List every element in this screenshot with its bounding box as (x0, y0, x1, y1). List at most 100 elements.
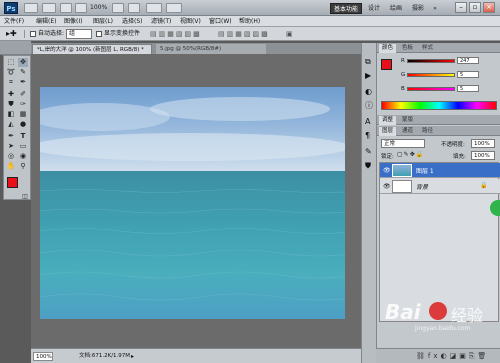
workspace-essentials[interactable]: 基本功能 (330, 3, 362, 14)
opacity-field[interactable]: 100% (471, 139, 495, 148)
eraser-tool-icon[interactable]: ◧ (6, 110, 16, 119)
r-value-field[interactable]: 247 (457, 57, 479, 64)
g-slider[interactable] (407, 73, 455, 77)
menu-layer[interactable]: 图层(L) (93, 16, 113, 27)
layer-visibility-eye-icon[interactable]: 👁 (383, 167, 391, 174)
mini-bridge-icon[interactable] (42, 3, 56, 13)
blend-mode-select[interactable]: 正常 (381, 139, 425, 148)
status-zoom-field[interactable]: 100% (33, 352, 53, 361)
dodge-tool-icon[interactable]: ● (18, 120, 28, 129)
side-share-tab[interactable] (490, 200, 500, 216)
document-canvas-image[interactable] (40, 87, 345, 319)
zoom-tool-icon[interactable]: ⚲ (18, 162, 28, 171)
quick-select-tool-icon[interactable]: ✎ (18, 68, 28, 77)
history-brush-icon[interactable]: ✑ (18, 100, 28, 109)
auto-align-icon[interactable]: ▣ (286, 29, 293, 39)
restore-button[interactable]: ▫ (469, 2, 481, 13)
auto-select-dropdown[interactable]: 组 (66, 29, 92, 39)
actions-panel-icon[interactable]: ▶ (365, 71, 371, 81)
layer-row-1[interactable]: 👁 图层 1 (380, 163, 500, 178)
layer-actions-icons[interactable]: ⛓fx◐◪▣⎘🗑 (416, 352, 489, 361)
hand-tool-icon[interactable] (112, 3, 124, 13)
hand-tool-icon[interactable]: ✋ (6, 162, 16, 171)
distribute-buttons-icon[interactable]: ▤▥▦▧▨▩ (218, 29, 270, 39)
brush-tool-icon[interactable]: ✐ (18, 90, 28, 99)
menu-edit[interactable]: 编辑(E) (36, 16, 56, 27)
show-transform-label: 显示变换控件 (104, 30, 141, 37)
menu-view[interactable]: 视图(V) (180, 16, 201, 27)
paragraph-panel-icon[interactable]: ¶ (365, 131, 370, 141)
bridge-icon[interactable] (24, 3, 38, 13)
close-button[interactable]: × (483, 2, 495, 13)
color-spectrum-ramp[interactable] (381, 101, 497, 110)
screen-mode-icon[interactable] (166, 3, 182, 13)
character-panel-icon[interactable]: A (365, 117, 370, 127)
menu-window[interactable]: 窗口(W) (209, 16, 232, 27)
show-transform-checkbox[interactable] (96, 31, 102, 37)
move-tool-icon[interactable]: ✥ (18, 58, 28, 67)
color-panel-foreground-swatch[interactable] (381, 59, 392, 70)
type-tool-icon[interactable]: T (18, 132, 28, 141)
menu-filter[interactable]: 滤镜(T) (151, 16, 171, 27)
clone-stamp-icon[interactable]: ⛊ (6, 100, 16, 109)
eyedropper-tool-icon[interactable]: ✒ (18, 78, 28, 87)
layer-visibility-eye-icon[interactable]: 👁 (383, 183, 391, 190)
3d-rotate-icon[interactable]: ◎ (6, 152, 16, 161)
pen-tool-icon[interactable]: ✒ (6, 132, 16, 141)
opacity-label: 不透明度: (441, 142, 465, 148)
layer-row-background[interactable]: 👁 背景 🔒 (380, 179, 500, 194)
clone-source-icon[interactable]: ⛊ (365, 161, 371, 171)
lock-icons[interactable]: ▢✎✥🔒 (397, 151, 424, 158)
crop-tool-icon[interactable]: ⌗ (6, 78, 16, 87)
b-slider[interactable] (407, 87, 455, 91)
marquee-tool-icon[interactable]: ⬚ (6, 58, 16, 67)
info-panel-icon[interactable]: ⓘ (365, 101, 373, 111)
tab-masks[interactable]: 蒙版 (399, 116, 416, 125)
path-select-icon[interactable]: ➤ (6, 142, 16, 151)
fill-field[interactable]: 100% (471, 151, 495, 160)
lasso-tool-icon[interactable]: ➰ (6, 68, 16, 77)
auto-select-checkbox[interactable] (30, 31, 36, 37)
tab-layers[interactable]: 图层 (379, 127, 397, 136)
workspace-photography[interactable]: 摄影 (409, 3, 427, 14)
foreground-color-swatch[interactable] (7, 177, 18, 188)
status-menu-arrow-icon[interactable]: ▸ (131, 353, 134, 361)
brush-panel-icon[interactable]: ✎ (365, 147, 372, 157)
minimize-button[interactable]: – (455, 2, 467, 13)
history-panel-icon[interactable]: ⧉ (365, 57, 371, 67)
layer-name[interactable]: 图层 1 (416, 166, 434, 175)
healing-brush-icon[interactable]: ✚ (6, 90, 16, 99)
tab-swatches[interactable]: 色板 (399, 44, 416, 53)
workspace-painting[interactable]: 绘画 (387, 3, 405, 14)
b-value-field[interactable]: 5 (457, 85, 479, 92)
blur-tool-icon[interactable]: ◭ (6, 120, 16, 129)
r-slider[interactable] (407, 59, 455, 63)
arrange-documents-icon[interactable] (146, 3, 162, 13)
rotate-view-icon[interactable] (128, 3, 140, 13)
zoom-tool-icon[interactable] (75, 3, 87, 13)
menu-select[interactable]: 选择(S) (122, 16, 143, 27)
menu-image[interactable]: 图像(I) (64, 16, 82, 27)
tab-paths[interactable]: 路径 (419, 127, 436, 136)
menu-file[interactable]: 文件(F) (4, 16, 24, 27)
extras-icon[interactable] (60, 3, 72, 13)
tab-inactive-document[interactable]: 5.jpg @ 50%(RGB/8#) (156, 44, 266, 54)
gradient-tool-icon[interactable]: ▦ (18, 110, 28, 119)
move-tool-icon[interactable]: ▸✚ (6, 29, 17, 39)
navigator-panel-icon[interactable]: ◐ (365, 87, 372, 97)
workspace-design[interactable]: 设计 (366, 3, 382, 14)
shape-tool-icon[interactable]: ▭ (18, 142, 28, 151)
more-workspaces-icon[interactable]: » (431, 3, 439, 14)
g-value-field[interactable]: 5 (457, 71, 479, 78)
3d-camera-icon[interactable]: ◉ (18, 152, 28, 161)
quick-mask-icon[interactable]: ◫ (20, 192, 30, 201)
layer-name[interactable]: 背景 (416, 182, 428, 191)
tab-color[interactable]: 颜色 (379, 44, 397, 53)
tab-adjustments[interactable]: 调整 (379, 116, 397, 125)
zoom-level-select[interactable]: 100% (90, 3, 107, 13)
menu-help[interactable]: 帮助(H) (239, 16, 260, 27)
align-buttons-icon[interactable]: ▤▥▦▧▨▩ (150, 29, 202, 39)
tab-channels[interactable]: 通道 (399, 127, 416, 136)
tab-styles[interactable]: 样式 (419, 44, 436, 53)
tab-active-document[interactable]: *L,岸的大洋 @ 100% (新图层 L, RGB/8) * (32, 44, 152, 54)
